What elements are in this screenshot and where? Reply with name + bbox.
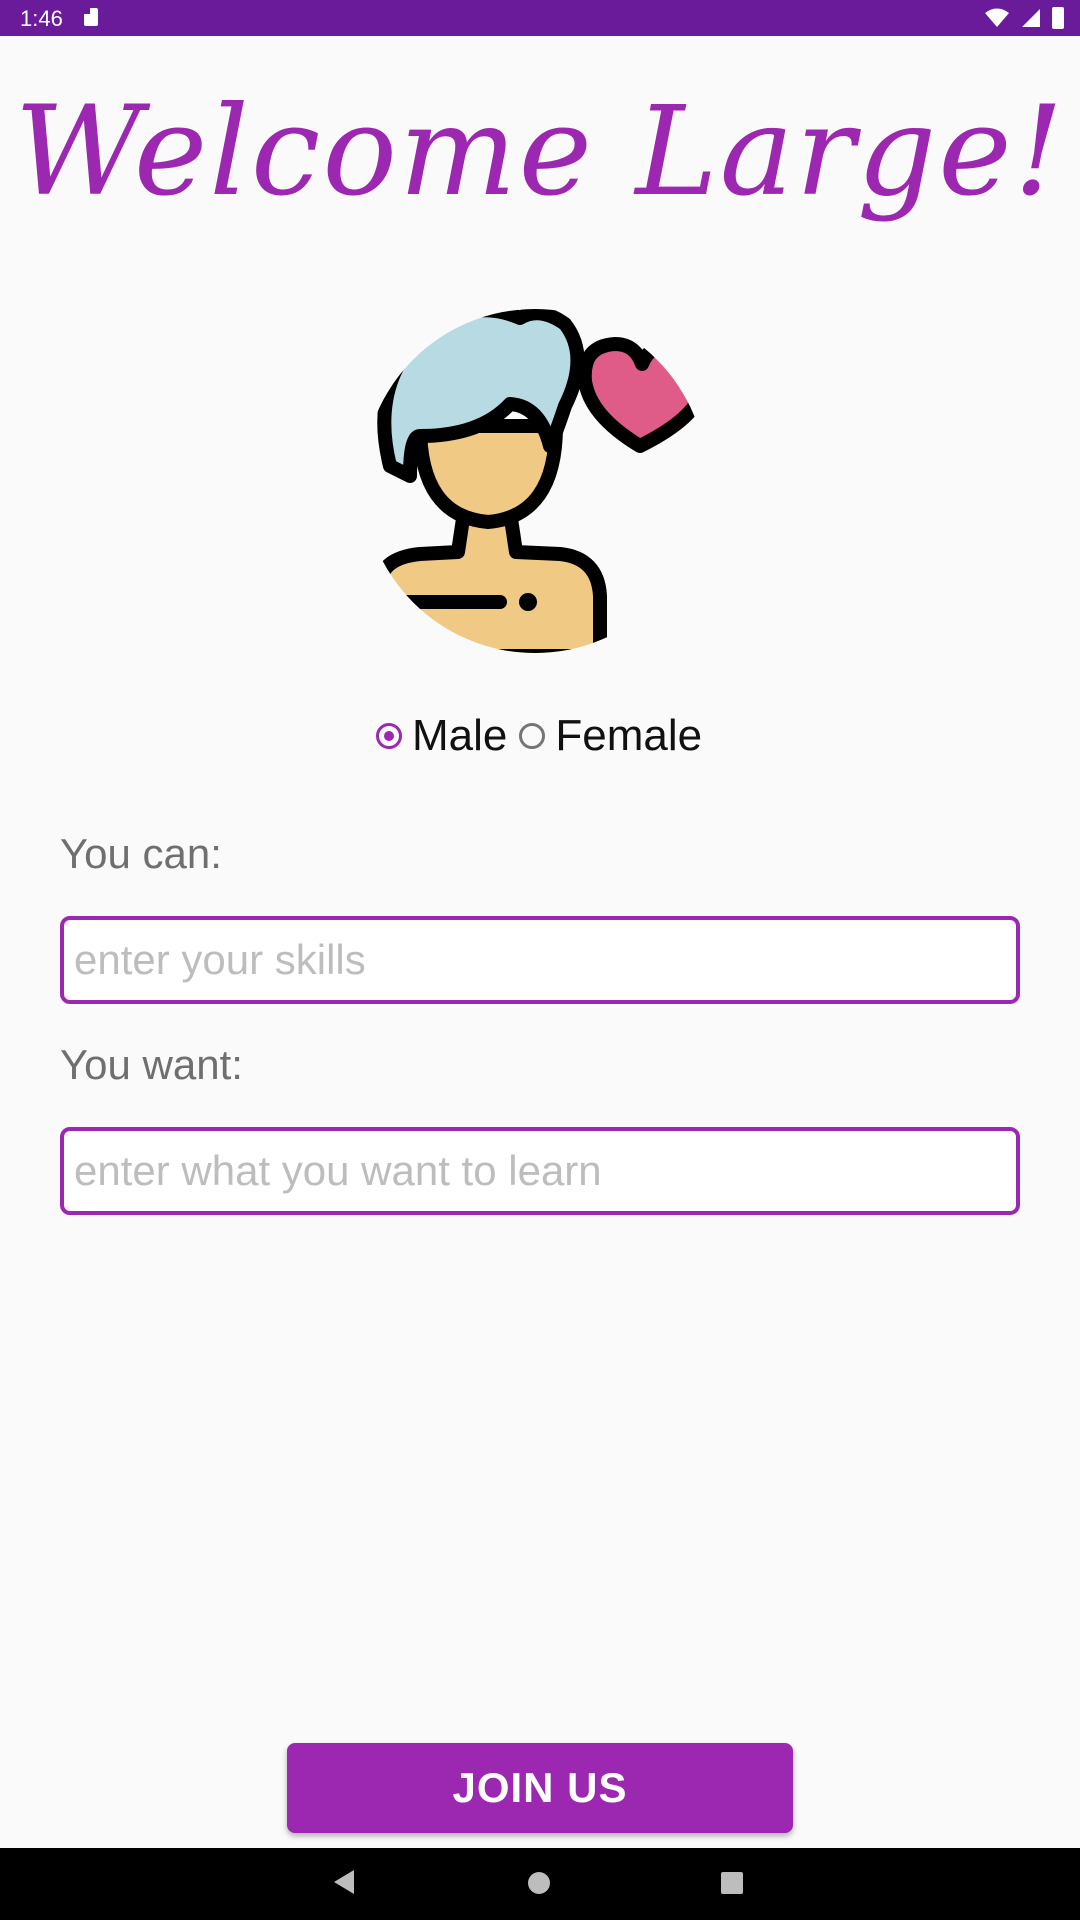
sd-card-icon <box>84 8 98 26</box>
wants-label: You want: <box>60 1041 243 1088</box>
skills-input[interactable] <box>60 916 1020 1004</box>
skills-label: You can: <box>60 830 222 877</box>
status-bar: 1:46 <box>0 0 1080 36</box>
status-icons <box>984 6 1064 30</box>
radio-checked-icon <box>376 723 402 749</box>
signal-icon <box>1022 9 1040 27</box>
recents-icon[interactable] <box>721 1872 743 1894</box>
radio-unchecked-icon <box>519 723 546 749</box>
join-us-button[interactable]: JOIN US <box>287 1743 793 1833</box>
back-icon[interactable] <box>334 1870 354 1894</box>
gender-radio-group: Male Female <box>376 706 714 766</box>
radio-female-label: Female <box>555 711 703 760</box>
radio-male-label: Male <box>412 711 508 760</box>
person-with-heart-icon <box>373 309 707 653</box>
status-time: 1:46 <box>20 6 63 31</box>
radio-female[interactable]: Female <box>519 711 702 761</box>
wifi-icon <box>985 8 1009 27</box>
wants-input[interactable] <box>60 1127 1020 1215</box>
radio-male[interactable]: Male <box>376 711 507 761</box>
welcome-title: Welcome Large! <box>14 80 1066 224</box>
navigation-bar <box>0 1848 1080 1920</box>
battery-icon <box>1052 7 1064 29</box>
home-icon[interactable] <box>528 1872 550 1894</box>
